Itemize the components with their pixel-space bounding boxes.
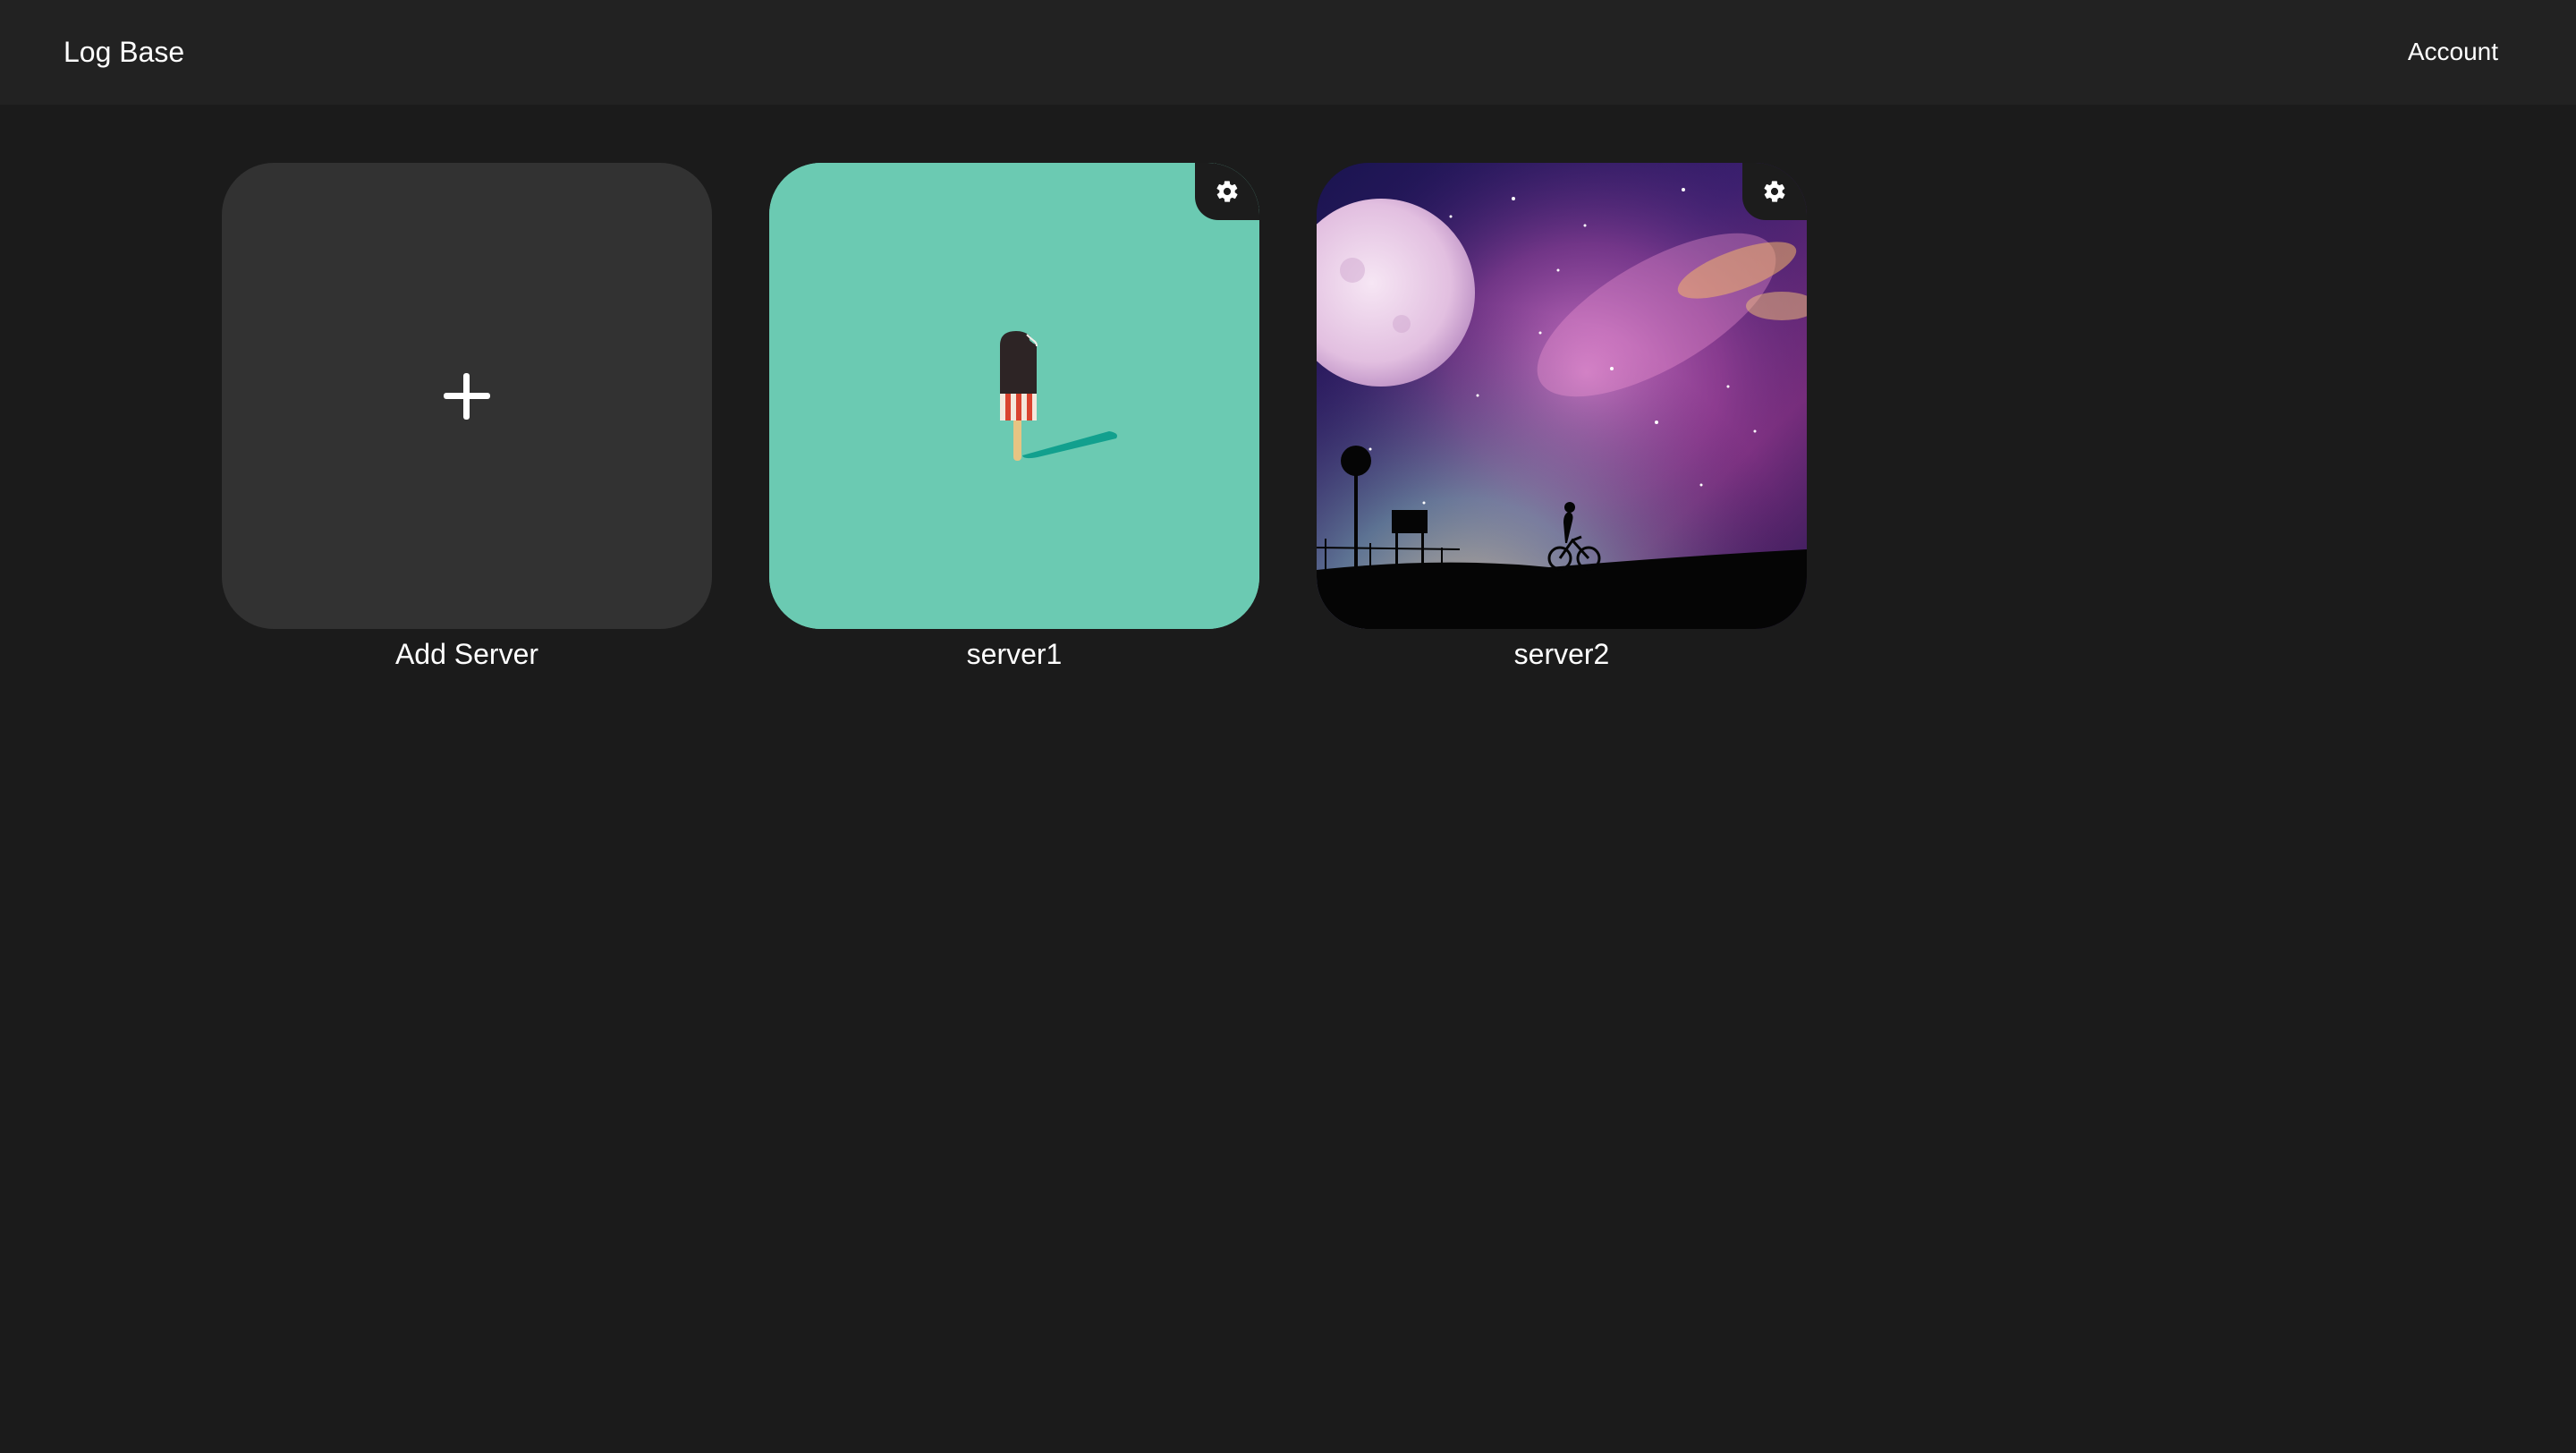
server-tile-server1[interactable]: [769, 163, 1259, 629]
server2-image: [1317, 163, 1807, 629]
app-title[interactable]: Log Base: [64, 34, 184, 70]
add-server-button[interactable]: [222, 163, 712, 629]
account-link[interactable]: Account: [2408, 36, 2498, 68]
server-tile-server2[interactable]: [1317, 163, 1807, 629]
server1-settings-button[interactable]: [1195, 163, 1259, 220]
gear-icon: [1216, 181, 1238, 202]
gear-icon: [1764, 181, 1785, 202]
top-bar: Log Base Account: [0, 0, 2576, 105]
server1-label: server1: [966, 638, 1063, 670]
plus-icon: [444, 372, 490, 420]
server2-settings-button[interactable]: [1742, 163, 1807, 220]
add-server-label: Add Server: [394, 638, 539, 670]
server2-label: server2: [1513, 638, 1610, 670]
server1-image: [769, 163, 1259, 629]
